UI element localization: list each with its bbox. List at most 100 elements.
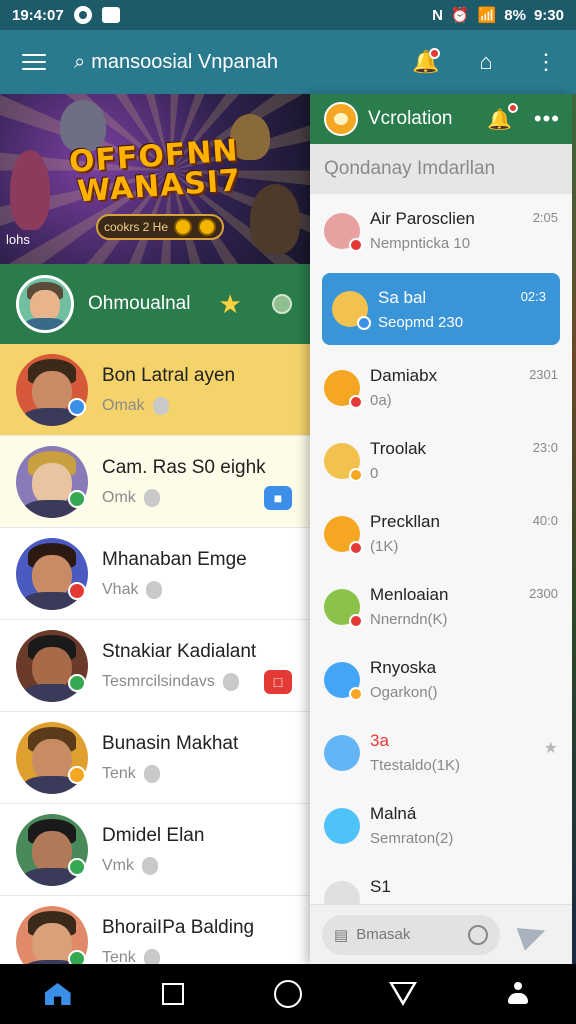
group-header[interactable]: Ohmoualnal ★ xyxy=(0,264,310,344)
unread-icon xyxy=(143,948,160,964)
conversation-item[interactable]: Air Parosclien Nempnticka 10 2:05 xyxy=(310,194,572,267)
bell-icon: 🔔 xyxy=(486,108,512,131)
circle-icon xyxy=(273,980,302,1008)
conversation-avatar xyxy=(332,291,371,330)
more-options-button[interactable]: ⋮ xyxy=(530,46,562,78)
conversation-item[interactable]: Troolak 0 23:0 xyxy=(310,424,572,497)
conversation-panel: Vcrolation 🔔 ••• Qondanay Imdarllan Air … xyxy=(310,94,572,964)
chat-list-item[interactable]: Bon Latral ayen Omak xyxy=(0,344,310,436)
conversation-time: 40:0 xyxy=(532,513,558,528)
conversation-time: 2:05 xyxy=(532,210,558,225)
chat-list: Bon Latral ayen Omak Cam. Ras S0 eighk Omk ■… xyxy=(0,344,310,964)
status-clock: 9:30 xyxy=(533,6,564,24)
send-button[interactable] xyxy=(516,918,550,951)
game-banner[interactable]: OFFOFNN WANASI7 cookrs 2 He lohs xyxy=(0,94,310,264)
globe-icon[interactable] xyxy=(271,294,292,314)
conversation-time: 2301 xyxy=(529,367,558,382)
star-icon[interactable]: ★ xyxy=(544,738,558,758)
unread-icon xyxy=(143,764,160,783)
status-badge xyxy=(349,540,363,555)
attachment-icon[interactable]: ▤ xyxy=(334,926,348,944)
hero-character xyxy=(10,150,50,230)
more-vertical-icon: ⋮ xyxy=(535,49,557,74)
chat-name: Stnakiar Kadialant xyxy=(102,640,257,662)
conversation-avatar xyxy=(324,442,363,482)
conversation-item[interactable]: Damiabx 0a) 2301 xyxy=(310,351,572,424)
star-icon[interactable]: ★ xyxy=(218,289,241,320)
status-badge xyxy=(68,490,86,508)
chat-list-item[interactable]: Cam. Ras S0 eighk Omk ■ xyxy=(0,436,310,528)
warrior-character xyxy=(250,184,300,254)
conversation-preview: Ttestaldo(1K) xyxy=(370,757,461,774)
compose-bar: ▤ Bmasak xyxy=(310,904,572,964)
chat-preview: Vhak xyxy=(102,580,139,598)
conversation-name: Air Parosclien xyxy=(370,209,475,228)
chat-name: Mhanaban Emge xyxy=(102,548,247,570)
status-badge xyxy=(349,686,363,701)
conversation-preview: Semraton(2) xyxy=(370,830,454,847)
chat-list-item[interactable]: BhoraiIPa Balding Tenk xyxy=(0,896,310,964)
chat-list-pane: OFFOFNN WANASI7 cookrs 2 He lohs Ohmoual… xyxy=(0,94,310,964)
search-bar[interactable]: ⌕ mansoosial Vnpanah xyxy=(74,51,278,74)
status-badge xyxy=(349,237,363,252)
banner-chip[interactable]: cookrs 2 He xyxy=(96,214,224,240)
notification-dot xyxy=(507,102,518,113)
conversation-name: 3a xyxy=(370,731,389,750)
nav-home-button[interactable] xyxy=(38,974,78,1014)
conversation-item[interactable]: Preckllan (1K) 40:0 xyxy=(310,497,572,570)
more-horizontal-icon[interactable]: ••• xyxy=(534,106,560,132)
status-badge xyxy=(68,766,86,784)
unread-icon xyxy=(143,488,160,507)
conversation-avatar xyxy=(324,588,363,628)
chat-preview: Tesmrcilsindavs xyxy=(102,672,215,690)
nav-back-button[interactable] xyxy=(383,974,423,1014)
notifications-button[interactable]: 🔔 xyxy=(410,46,442,78)
status-badge xyxy=(68,582,86,600)
chat-preview: Tenk xyxy=(102,948,136,965)
chat-list-item[interactable]: Bunasin Makhat Tenk xyxy=(0,712,310,804)
chat-name: Bunasin Makhat xyxy=(102,732,239,754)
unread-icon xyxy=(146,580,163,599)
panel-logo-icon xyxy=(324,102,358,136)
status-badge xyxy=(349,613,363,628)
panel-bell-button[interactable]: 🔔 xyxy=(486,102,518,132)
unread-icon xyxy=(142,856,158,875)
status-badge xyxy=(349,394,363,409)
chat-action-button[interactable]: ■ xyxy=(264,486,292,510)
conversation-time: 2300 xyxy=(529,586,558,601)
conversation-item[interactable]: Rnyoska Ogarkon() xyxy=(310,643,572,716)
group-name: Ohmoualnal xyxy=(88,293,191,314)
status-badge xyxy=(68,674,86,692)
compose-input[interactable]: ▤ Bmasak xyxy=(322,914,500,955)
nfc-icon: N xyxy=(432,6,443,24)
chat-list-item[interactable]: Dmidel Elan Vmk xyxy=(0,804,310,896)
nav-profile-button[interactable] xyxy=(498,974,538,1014)
status-time-left: 19:4:07 xyxy=(12,6,64,24)
conversation-preview: (1K) xyxy=(370,538,399,555)
conversation-time: 23:0 xyxy=(532,440,558,455)
status-badge xyxy=(68,858,86,876)
wifi-icon: 📶 xyxy=(477,7,497,24)
conversation-item[interactable]: 3a Ttestaldo(1K) ★ xyxy=(310,716,572,789)
chat-action-button[interactable]: □ xyxy=(264,670,292,694)
conversation-item[interactable]: Menloaian Nnerndn(K) 2300 xyxy=(310,570,572,643)
conversation-item[interactable]: Malná Semraton(2) xyxy=(310,789,572,862)
nav-recents-button[interactable] xyxy=(153,974,193,1014)
conversation-name: Preckllan xyxy=(370,512,440,531)
conversation-item[interactable]: Sa bal Seopmd 230 02:3 xyxy=(322,273,560,345)
chat-name: Cam. Ras S0 eighk xyxy=(102,456,266,478)
chat-list-item[interactable]: Mhanaban Emge Vhak xyxy=(0,528,310,620)
menu-button[interactable] xyxy=(14,42,54,82)
chat-name: BhoraiIPa Balding xyxy=(102,916,255,938)
nav-circle-button[interactable] xyxy=(268,974,308,1014)
conversation-name: Troolak xyxy=(370,439,427,458)
panel-search-input[interactable]: Qondanay Imdarllan xyxy=(310,144,572,194)
home-button[interactable]: ⌂ xyxy=(470,46,502,78)
home-icon: ⌂ xyxy=(479,49,493,74)
chat-preview: Omak xyxy=(102,396,145,414)
app-bar: ⌕ mansoosial Vnpanah 🔔 ⌂ ⋮ xyxy=(0,30,576,94)
search-icon: ⌕ xyxy=(74,50,86,73)
conversation-time: 02:3 xyxy=(520,289,546,304)
emoji-icon[interactable] xyxy=(468,924,488,945)
chat-list-item[interactable]: Stnakiar Kadialant Tesmrcilsindavs □ xyxy=(0,620,310,712)
